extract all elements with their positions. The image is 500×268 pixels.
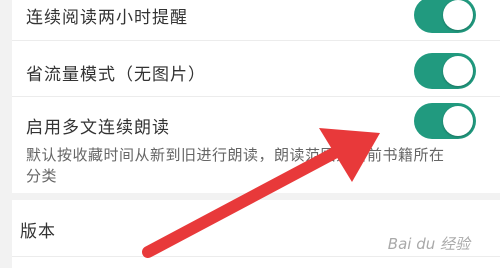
continuous-read-aloud-toggle[interactable]: [414, 103, 476, 139]
setting-row-reading-reminder: 连续阅读两小时提醒: [12, 0, 500, 41]
setting-label-continuous-read-aloud: 启用多文连续朗读: [26, 118, 170, 138]
setting-row-continuous-read-aloud: 启用多文连续朗读 默认按收藏时间从新到旧进行朗读，朗读范围为当前书籍所在分类: [12, 97, 500, 193]
setting-description-continuous-read-aloud: 默认按收藏时间从新到旧进行朗读，朗读范围为当前书籍所在分类: [26, 146, 445, 185]
toggle-knob: [443, 0, 473, 30]
toggle-knob: [443, 106, 473, 136]
version-title: 版本: [20, 222, 56, 242]
setting-row-data-saver: 省流量模式（无图片）: [12, 41, 500, 97]
divider: [12, 256, 500, 257]
toggle-knob: [443, 56, 473, 86]
data-saver-toggle[interactable]: [414, 53, 476, 89]
setting-label-reading-reminder: 连续阅读两小时提醒: [26, 8, 188, 28]
reading-reminder-toggle[interactable]: [414, 0, 476, 33]
settings-card: 连续阅读两小时提醒 省流量模式（无图片） 启用多文连续朗读 默认按收藏时间从新到…: [12, 0, 500, 193]
setting-label-data-saver: 省流量模式（无图片）: [26, 65, 206, 85]
watermark-logo: Bai du 经验: [387, 235, 470, 253]
